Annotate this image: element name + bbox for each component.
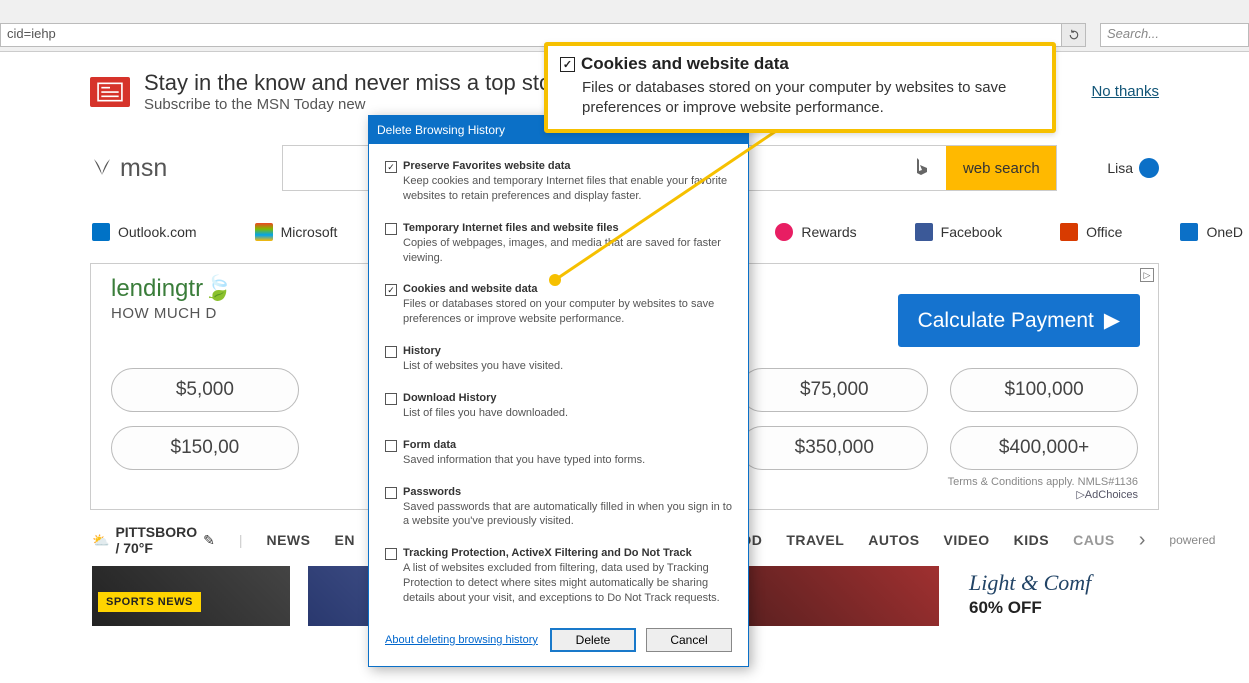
sun-cloud-icon: ⛅ [92, 532, 109, 549]
option-preserve-favorites-website-data: ✓ Preserve Favorites website data Keep coo… [385, 156, 732, 208]
option-desc: Saved information that you have typed in… [403, 453, 645, 468]
cancel-button[interactable]: Cancel [646, 628, 732, 652]
callout-desc: Files or databases stored on your comput… [582, 78, 1036, 119]
outlook-icon [92, 223, 110, 241]
link-rewards[interactable]: Rewards [775, 223, 856, 241]
calculate-button[interactable]: Calculate Payment▶ [898, 294, 1140, 347]
newspaper-icon [90, 77, 130, 107]
edit-icon[interactable]: ✎ [203, 532, 215, 549]
user-name: Lisa [1107, 160, 1133, 176]
link-facebook[interactable]: Facebook [915, 223, 1002, 241]
option-download-history: Download History List of files you have d… [385, 388, 732, 425]
facebook-icon [915, 223, 933, 241]
bing-icon[interactable] [898, 146, 946, 190]
option-desc: List of websites you have visited. [403, 359, 563, 374]
option-desc: List of files you have downloaded. [403, 406, 568, 421]
checkbox[interactable] [385, 487, 397, 499]
sports-news-tag: SPORTS NEWS [98, 592, 201, 612]
banner-title: Stay in the know and never miss a top st… [144, 70, 570, 96]
microsoft-icon [255, 223, 273, 241]
nav-causes[interactable]: CAUS [1073, 532, 1115, 548]
option-desc: A list of websites excluded from filteri… [403, 561, 732, 606]
option-title: Preserve Favorites website data [403, 160, 732, 172]
option-title: Passwords [403, 486, 732, 498]
web-search-button[interactable]: web search [946, 146, 1056, 190]
checkbox-icon: ✓ [560, 57, 575, 72]
office-icon [1060, 223, 1078, 241]
option-title: Temporary Internet files and website fil… [403, 222, 732, 234]
story-card[interactable]: SPORTS NEWS [92, 566, 290, 626]
promo-line1: Light & Comf [969, 570, 1157, 596]
callout-cookies: ✓ Cookies and website data Files or data… [544, 42, 1056, 133]
banner-subtitle: Subscribe to the MSN Today new [144, 96, 570, 113]
option-title: Form data [403, 439, 645, 451]
checkbox[interactable] [385, 440, 397, 452]
play-icon: ▶ [1104, 308, 1120, 333]
link-office[interactable]: Office [1060, 223, 1122, 241]
checkbox[interactable] [385, 223, 397, 235]
nav-travel[interactable]: TRAVEL [786, 532, 844, 548]
nav-en[interactable]: EN [334, 532, 354, 548]
onedrive-icon [1180, 223, 1198, 241]
nav-video[interactable]: VIDEO [944, 532, 990, 548]
amount-pill[interactable]: $400,000+ [950, 426, 1138, 470]
option-title: Tracking Protection, ActiveX Filtering a… [403, 547, 732, 559]
checkbox[interactable] [385, 346, 397, 358]
option-desc: Copies of webpages, images, and media th… [403, 236, 732, 266]
option-temporary-internet-files-and-website-files: Temporary Internet files and website fil… [385, 218, 732, 270]
option-title: History [403, 345, 563, 357]
option-title: Cookies and website data [403, 283, 732, 295]
link-outlook[interactable]: Outlook.com [92, 223, 197, 241]
nav-autos[interactable]: AUTOS [868, 532, 919, 548]
weather-widget[interactable]: ⛅ PITTSBORO / 70°F ✎ [92, 524, 215, 556]
checkbox[interactable]: ✓ [385, 161, 397, 173]
nav-news[interactable]: NEWS [266, 532, 310, 548]
promo-ad[interactable]: Light & Comf 60% OFF [957, 566, 1157, 626]
option-desc: Saved passwords that are automatically f… [403, 500, 732, 530]
avatar [1139, 158, 1159, 178]
option-desc: Files or databases stored on your comput… [403, 297, 732, 327]
amount-pill[interactable]: $350,000 [740, 426, 928, 470]
option-passwords: Passwords Saved passwords that are automa… [385, 482, 732, 534]
about-deleting-link[interactable]: About deleting browsing history [385, 634, 538, 646]
link-microsoft[interactable]: Microsoft [255, 223, 338, 241]
amount-pill[interactable]: $5,000 [111, 368, 299, 412]
delete-browsing-history-dialog: Delete Browsing History ✕ ✓Preserve Favo… [368, 115, 749, 667]
checkbox[interactable] [385, 548, 397, 560]
checkbox[interactable]: ✓ [385, 284, 397, 296]
butterfly-icon [90, 157, 114, 179]
promo-line2: 60% OFF [969, 598, 1157, 618]
callout-title: Cookies and website data [581, 54, 789, 74]
delete-button[interactable]: Delete [550, 628, 636, 652]
user-area[interactable]: Lisa [1107, 158, 1159, 178]
rewards-icon [775, 223, 793, 241]
msn-logo[interactable]: msn [90, 154, 167, 183]
checkbox[interactable] [385, 393, 397, 405]
powered-label: powered [1169, 533, 1215, 547]
option-cookies-and-website-data: ✓ Cookies and website data Files or databa… [385, 279, 732, 331]
option-desc: Keep cookies and temporary Internet file… [403, 174, 732, 204]
dialog-title: Delete Browsing History [377, 123, 505, 137]
link-onedrive[interactable]: OneD [1180, 223, 1243, 241]
amount-pill[interactable]: $100,000 [950, 368, 1138, 412]
option-form-data: Form data Saved information that you have… [385, 435, 732, 472]
browser-search-field[interactable]: Search... [1100, 23, 1249, 47]
msn-logo-text: msn [120, 154, 167, 183]
chevron-right-icon[interactable]: › [1139, 529, 1146, 552]
option-tracking-protection-activex-filtering-and-do-not-track: Tracking Protection, ActiveX Filtering a… [385, 543, 732, 610]
story-card[interactable] [741, 566, 939, 626]
option-title: Download History [403, 392, 568, 404]
amount-pill[interactable]: $150,00 [111, 426, 299, 470]
no-thanks-link[interactable]: No thanks [1091, 83, 1159, 100]
reload-button[interactable] [1062, 23, 1086, 47]
option-history: History List of websites you have visited… [385, 341, 732, 378]
ad-marker-icon[interactable]: ▷ [1140, 268, 1154, 282]
nav-kids[interactable]: KIDS [1014, 532, 1049, 548]
amount-pill[interactable]: $75,000 [740, 368, 928, 412]
